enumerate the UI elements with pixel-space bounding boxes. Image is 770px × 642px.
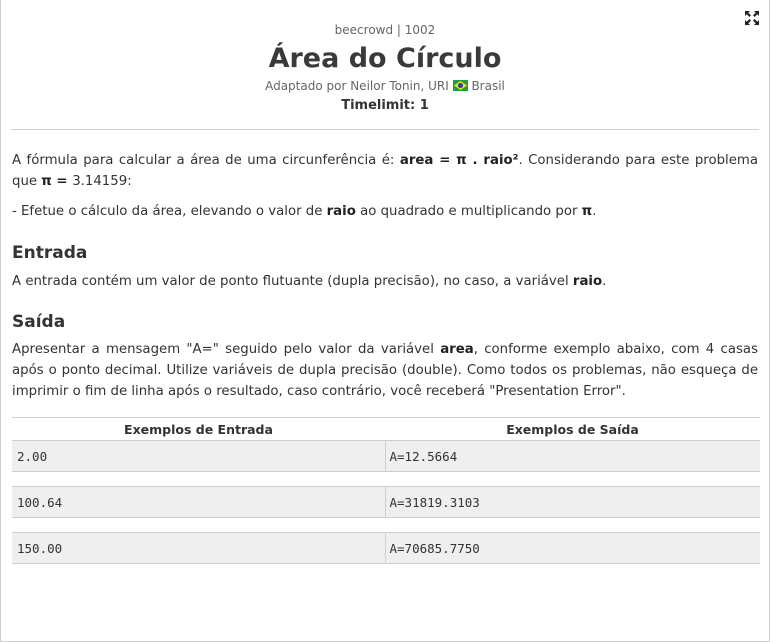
samples-table: Exemplos de Entrada Exemplos de Saída 2.… [12, 417, 760, 564]
samples-input-header: Exemplos de Entrada [12, 417, 385, 441]
output-description: Apresentar a mensagem "A=" seguido pelo … [12, 339, 758, 402]
problem-source: beecrowd | 1002 [334, 23, 436, 37]
area-formula: area = π . raio² [399, 153, 519, 168]
sample-row: 2.00 A=12.5664 [12, 440, 760, 472]
desc-text: A fórmula para calcular a área de uma ci… [12, 153, 400, 168]
brazil-flag-icon [452, 79, 468, 91]
desc-text: - Efetue o cálculo da área, elevando o v… [12, 204, 327, 219]
input-text: A entrada contém um valor de ponto flutu… [12, 274, 573, 289]
sample-output: A=12.5664 [384, 440, 760, 472]
sample-output: A=70685.7750 [384, 532, 760, 564]
pi-symbol: π [581, 204, 593, 219]
header-divider [11, 129, 759, 130]
raio-variable: raio [326, 204, 356, 219]
output-text: Apresentar a mensagem "A=" seguido pelo … [12, 342, 441, 357]
sample-output: A=31819.3103 [384, 486, 760, 518]
samples-output-header: Exemplos de Saída [385, 417, 760, 441]
problem-title: Área do Círculo [268, 43, 502, 74]
description-paragraph-2: - Efetue o cálculo da área, elevando o v… [12, 201, 758, 222]
area-variable: area [440, 342, 474, 357]
sample-row: 100.64 A=31819.3103 [12, 486, 760, 518]
description-paragraph-1: A fórmula para calcular a área de uma ci… [12, 150, 758, 192]
raio-variable: raio [572, 274, 603, 289]
sample-spacer [12, 517, 760, 533]
sample-spacer [12, 471, 760, 487]
sample-input: 100.64 [12, 486, 385, 518]
problem-frame: beecrowd | 1002 Área do Círculo Adaptado… [0, 0, 770, 642]
sample-input: 2.00 [12, 440, 385, 472]
input-text: . [602, 274, 607, 289]
sample-row: 150.00 A=70685.7750 [12, 532, 760, 564]
samples-header-row: Exemplos de Entrada Exemplos de Saída [12, 417, 760, 441]
desc-text: 3.14159: [72, 174, 132, 189]
sample-input: 150.00 [12, 532, 385, 564]
problem-header: beecrowd | 1002 Área do Círculo Adaptado… [1, 0, 769, 114]
input-heading: Entrada [12, 243, 88, 263]
author-country: Brasil [471, 79, 505, 93]
timelimit: Timelimit: 1 [341, 98, 429, 113]
author-text: Adaptado por Neilor Tonin, URI [265, 79, 449, 93]
problem-content: A fórmula para calcular a área de uma ci… [1, 150, 769, 564]
desc-text: ao quadrado e multiplicando por [355, 204, 582, 219]
input-description: A entrada contém um valor de ponto flutu… [12, 271, 758, 292]
problem-author: Adaptado por Neilor Tonin, URI Brasil [1, 78, 769, 94]
pi-symbol: π = [41, 174, 73, 189]
desc-text: . [592, 204, 597, 219]
output-heading: Saída [12, 312, 66, 332]
expand-icon[interactable] [744, 10, 760, 26]
